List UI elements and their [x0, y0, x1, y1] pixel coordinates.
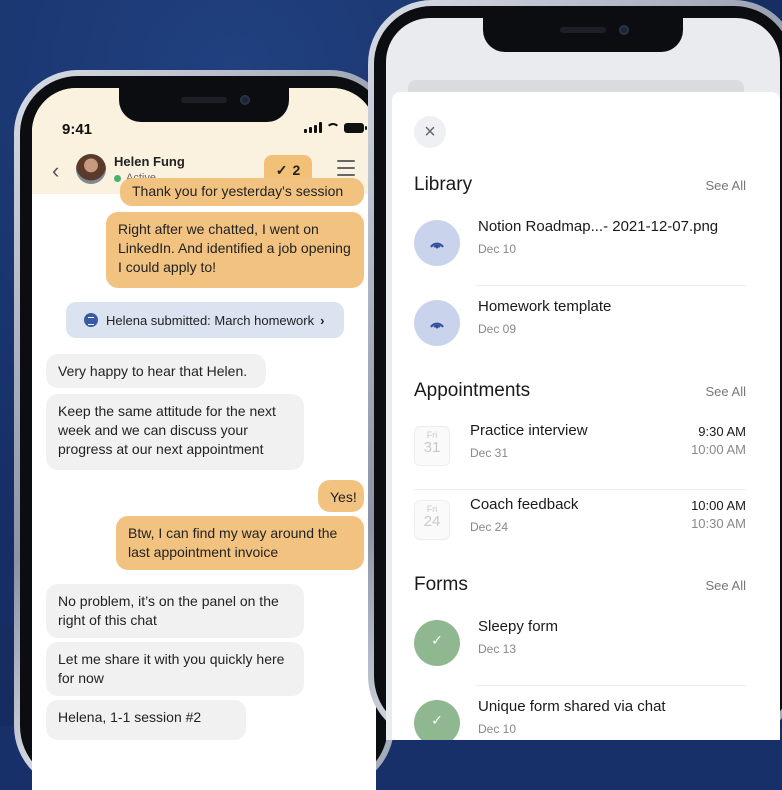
divider [476, 685, 746, 686]
avatar[interactable] [76, 154, 106, 184]
library-see-all-link[interactable]: See All [706, 178, 746, 193]
message-bubble-incoming: Let me share it with you quickly here fo… [46, 642, 304, 696]
appointment-item[interactable]: Fri 24 Coach feedback Dec 24 10:00 AM 10… [414, 490, 746, 564]
library-item[interactable]: Homework template Dec 09 [414, 292, 746, 366]
system-indicators [304, 122, 367, 133]
appointments-see-all-link[interactable]: See All [706, 384, 746, 399]
message-bubble-outgoing: Right after we chatted, I went on Linked… [106, 212, 364, 288]
message-bubble-incoming: Helena, 1-1 session #2 [46, 700, 246, 740]
front-camera [240, 95, 250, 105]
signal-icon [304, 122, 322, 133]
message-bubble-outgoing: Yes! [318, 480, 364, 512]
message-bubble-outgoing: Thank you for yesterday's session [120, 178, 364, 206]
appointment-day: 24 [423, 513, 441, 530]
form-item[interactable]: ✓ Sleepy form Dec 13 [414, 612, 746, 686]
form-title: Sleepy form [478, 618, 559, 635]
speaker-grille [560, 27, 606, 33]
phone-notch [483, 18, 683, 52]
active-status-dot-icon [114, 174, 121, 182]
form-date: Dec 13 [478, 642, 517, 656]
appointment-item[interactable]: Fri 31 Practice interview Dec 31 9:30 AM… [414, 416, 746, 490]
chat-thread: Thank you for yesterday's session Right … [32, 178, 376, 790]
appointment-end-time: 10:30 AM [691, 516, 746, 531]
appointment-title: Practice interview [470, 422, 588, 439]
speaker-grille [181, 97, 227, 103]
panel-screen: × Library See All Notion Roadmap...- 202… [386, 18, 780, 740]
appointment-title: Coach feedback [470, 496, 579, 513]
form-title: Unique form shared via chat [478, 698, 666, 715]
message-bubble-outgoing: Btw, I can find my way around the last a… [116, 516, 364, 570]
completed-count: 2 [292, 162, 301, 178]
divider [476, 285, 746, 286]
appointment-start-time: 10:00 AM [691, 498, 746, 513]
form-date: Dec 10 [478, 722, 517, 736]
appointment-date: Dec 31 [470, 446, 509, 460]
phone-notch [119, 88, 289, 122]
appointment-day: 31 [423, 439, 441, 456]
check-icon: ✓ [275, 161, 288, 178]
message-bubble-incoming: Very happy to hear that Helen. [46, 354, 266, 388]
panel-phone: × Library See All Notion Roadmap...- 202… [368, 0, 782, 740]
appointment-date: Dec 24 [470, 520, 509, 534]
contact-name: Helen Fung [114, 154, 185, 169]
side-panel-sheet: × Library See All Notion Roadmap...- 202… [392, 92, 780, 740]
chat-screen: 9:41 ‹ Helen Fung Active ✓ 2 Thank you f… [32, 88, 376, 790]
wifi-icon [326, 123, 340, 133]
chevron-right-icon: › [320, 312, 325, 328]
library-item-date: Dec 10 [478, 242, 517, 256]
library-item[interactable]: Notion Roadmap...- 2021-12-07.png Dec 10 [414, 212, 746, 286]
library-title: Library [414, 174, 473, 195]
check-icon: ✓ [414, 620, 460, 666]
list-icon [84, 313, 98, 327]
close-button[interactable]: × [414, 116, 446, 148]
library-item-title: Notion Roadmap...- 2021-12-07.png [478, 218, 719, 235]
file-icon [414, 220, 460, 266]
status-time: 9:41 [62, 121, 93, 138]
message-bubble-incoming: Keep the same attitude for the next week… [46, 394, 304, 470]
forms-title: Forms [414, 574, 468, 595]
appointment-start-time: 9:30 AM [698, 424, 746, 439]
back-chevron-icon[interactable]: ‹ [52, 158, 59, 184]
forms-see-all-link[interactable]: See All [706, 578, 746, 593]
file-icon [414, 300, 460, 346]
appointment-end-time: 10:00 AM [691, 442, 746, 457]
battery-icon [344, 122, 367, 133]
front-camera [619, 25, 629, 35]
form-item[interactable]: ✓ Unique form shared via chat Dec 10 [414, 692, 746, 740]
library-item-date: Dec 09 [478, 322, 517, 336]
calendar-date-icon: Fri 24 [414, 500, 450, 540]
homework-submission-text: Helena submitted: March homework [106, 312, 315, 328]
library-item-title: Homework template [478, 298, 612, 315]
appointments-title: Appointments [414, 380, 531, 401]
calendar-date-icon: Fri 31 [414, 426, 450, 466]
homework-submission-notice[interactable]: Helena submitted: March homework › [66, 302, 344, 338]
message-bubble-incoming: No problem, it’s on the panel on the rig… [46, 584, 304, 638]
check-icon: ✓ [414, 700, 460, 740]
chat-phone: 9:41 ‹ Helen Fung Active ✓ 2 Thank you f… [14, 70, 394, 790]
